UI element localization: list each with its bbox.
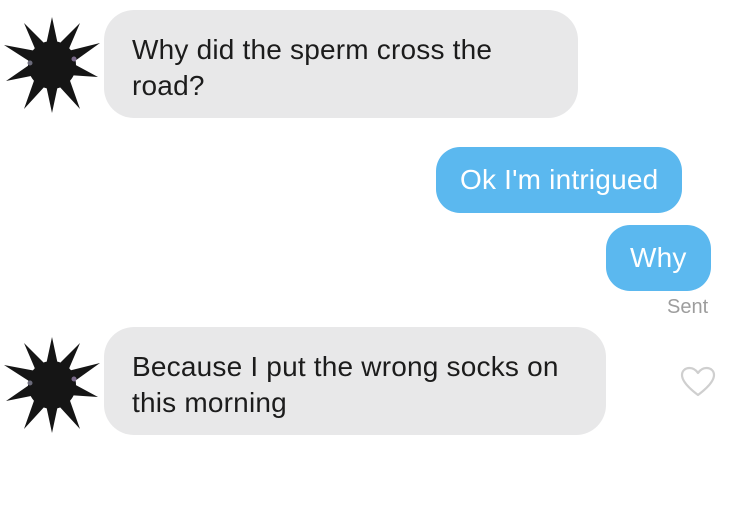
heart-icon[interactable] bbox=[680, 366, 716, 398]
incoming-message-bubble[interactable]: Because I put the wrong socks on this mo… bbox=[104, 327, 606, 435]
message-text: Why bbox=[630, 242, 687, 273]
spiky-avatar-icon bbox=[4, 337, 100, 433]
message-text: Ok I'm intrigued bbox=[460, 164, 659, 195]
contact-avatar-icon[interactable] bbox=[2, 335, 102, 435]
message-text: Why did the sperm cross the road? bbox=[132, 34, 493, 101]
outgoing-message-bubble[interactable]: Why bbox=[606, 225, 711, 291]
message-status: Sent bbox=[667, 296, 709, 318]
outgoing-message-bubble[interactable]: Ok I'm intrigued bbox=[436, 147, 683, 213]
message-text: Because I put the wrong socks on this mo… bbox=[132, 351, 559, 418]
chat-thread: Why did the sperm cross the road? Ok I'm… bbox=[0, 0, 740, 519]
like-heart-icon bbox=[680, 366, 716, 397]
spiky-avatar-icon bbox=[4, 17, 100, 113]
contact-avatar-icon[interactable] bbox=[2, 15, 102, 115]
incoming-message-bubble[interactable]: Why did the sperm cross the road? bbox=[104, 10, 578, 118]
